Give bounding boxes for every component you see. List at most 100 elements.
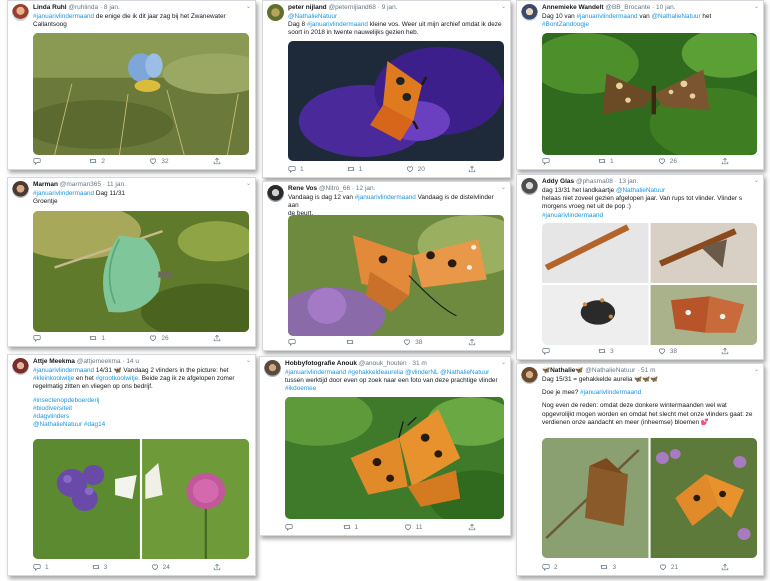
like-button[interactable]: 26: [658, 157, 677, 165]
tweet-card[interactable]: peter nijland @peternijland68 · 9 jan. ⌄…: [262, 0, 511, 178]
tweet-time[interactable]: 51 m: [641, 367, 655, 374]
tweet-time[interactable]: 11 jan.: [107, 181, 126, 188]
avatar[interactable]: [521, 4, 538, 21]
retweet-button[interactable]: [346, 338, 358, 346]
author-name[interactable]: Addy Glas: [542, 178, 574, 185]
tweet-photo[interactable]: [33, 211, 249, 332]
avatar[interactable]: [521, 367, 538, 384]
author-name[interactable]: Attje Meekma: [33, 358, 75, 365]
reply-button[interactable]: [33, 157, 45, 165]
tweet-card[interactable]: Linda Ruhl @ruhlinda · 8 jan. ⌄ #januari…: [7, 0, 256, 170]
like-button[interactable]: 38: [658, 347, 677, 355]
retweet-button[interactable]: 3: [92, 563, 107, 571]
tweet-time[interactable]: 13 jan.: [619, 178, 639, 185]
chevron-down-icon[interactable]: ⌄: [754, 3, 759, 10]
tweet-photo[interactable]: [33, 33, 249, 155]
tweet-photo[interactable]: [288, 41, 504, 161]
tweet-time[interactable]: 8 jan.: [104, 4, 120, 11]
reply-button[interactable]: 1: [33, 563, 49, 571]
author-handle[interactable]: @anouk_houten: [359, 360, 407, 367]
reply-button[interactable]: [542, 347, 554, 355]
share-button[interactable]: [213, 334, 221, 342]
tweet-photo[interactable]: [542, 438, 757, 558]
reply-button[interactable]: [285, 523, 297, 531]
tweet-card[interactable]: 🦋Nathalie🦋 @NathalieNatuur · 51 m ⌄ Dag …: [516, 363, 764, 576]
avatar[interactable]: [12, 358, 29, 375]
author-handle[interactable]: @marman365: [60, 181, 101, 188]
retweet-button[interactable]: 1: [89, 334, 105, 342]
tweet-card[interactable]: Attje Meekma @attjemeekma · 14 u ⌄ #janu…: [7, 354, 256, 576]
retweet-button[interactable]: 3: [598, 347, 614, 355]
reply-button[interactable]: [33, 334, 45, 342]
like-button[interactable]: 24: [151, 563, 170, 571]
author-name[interactable]: peter nijland: [288, 4, 327, 11]
tweet-photo[interactable]: [542, 33, 757, 155]
share-button[interactable]: [721, 563, 729, 571]
reply-button[interactable]: [288, 338, 300, 346]
author-handle[interactable]: @NathalieNatuur: [585, 367, 635, 374]
author-handle[interactable]: @phasma08: [576, 178, 613, 185]
tweet-photo[interactable]: [288, 215, 504, 336]
tweet-card[interactable]: Annemieke Wandelt @BB_Brocante · 10 jan.…: [516, 0, 764, 170]
chevron-down-icon[interactable]: ⌄: [501, 3, 506, 10]
like-button[interactable]: 21: [659, 563, 678, 571]
author-handle[interactable]: @attjemeekma: [77, 358, 121, 365]
retweet-button[interactable]: 1: [598, 157, 614, 165]
tweet-photo[interactable]: [285, 397, 504, 519]
author-handle[interactable]: @BB_Brocante: [605, 4, 650, 11]
tweet-card[interactable]: Hobbyfotografie Anouk @anouk_houten · 31…: [259, 356, 511, 536]
chevron-down-icon[interactable]: ⌄: [754, 177, 759, 184]
tweet-card[interactable]: Rene Vos @Nitro_66 · 12 jan. ⌄ Vandaag i…: [262, 181, 511, 351]
like-button[interactable]: 32: [149, 157, 169, 165]
tweet-time[interactable]: 12 jan.: [356, 185, 376, 192]
share-button[interactable]: [721, 157, 729, 165]
share-button[interactable]: [213, 157, 221, 165]
retweet-button[interactable]: 3: [600, 563, 616, 571]
avatar[interactable]: [12, 181, 29, 198]
avatar[interactable]: [267, 185, 284, 202]
tweet-time[interactable]: 10 jan.: [656, 4, 676, 11]
author-handle[interactable]: @ruhlinda: [68, 4, 98, 11]
chevron-down-icon[interactable]: ⌄: [501, 184, 506, 191]
reply-button[interactable]: 1: [288, 165, 304, 173]
chevron-down-icon[interactable]: ⌄: [246, 180, 251, 187]
like-button[interactable]: 20: [406, 165, 425, 173]
tweet-card[interactable]: Addy Glas @phasma08 · 13 jan. ⌄ dag 13/3…: [516, 174, 764, 360]
reply-button[interactable]: [542, 157, 554, 165]
avatar[interactable]: [267, 4, 284, 21]
tweet-time[interactable]: 14 u: [126, 358, 139, 365]
author-name[interactable]: Hobbyfotografie Anouk: [285, 360, 357, 367]
tweet-photo[interactable]: [33, 439, 249, 559]
reply-button[interactable]: 2: [542, 563, 558, 571]
chevron-down-icon[interactable]: ⌄: [754, 366, 759, 373]
avatar[interactable]: [12, 4, 29, 21]
like-button[interactable]: 11: [404, 523, 422, 531]
like-button[interactable]: 38: [403, 338, 422, 346]
chevron-down-icon[interactable]: ⌄: [246, 3, 251, 10]
tweet-card[interactable]: Marman @marman365 · 11 jan. ⌄ #januarivl…: [7, 177, 256, 347]
share-button[interactable]: [721, 347, 729, 355]
author-name[interactable]: Annemieke Wandelt: [542, 4, 604, 11]
author-handle[interactable]: @Nitro_66: [319, 185, 350, 192]
author-handle[interactable]: @peternijland68: [328, 4, 375, 11]
author-name[interactable]: Rene Vos: [288, 185, 317, 192]
share-button[interactable]: [468, 338, 476, 346]
author-name[interactable]: 🦋Nathalie🦋: [542, 367, 583, 374]
share-button[interactable]: [468, 523, 476, 531]
chevron-down-icon[interactable]: ⌄: [246, 357, 251, 364]
chevron-down-icon[interactable]: ⌄: [501, 359, 506, 366]
author-name[interactable]: Linda Ruhl: [33, 4, 67, 11]
tweet-time[interactable]: 31 m: [412, 360, 426, 367]
like-button[interactable]: 26: [149, 334, 169, 342]
tweet-photo[interactable]: [542, 223, 757, 345]
avatar[interactable]: [264, 360, 281, 377]
retweet-button[interactable]: 1: [347, 165, 362, 173]
tweet-text: #januarivlindermaand Dag 11/31 Groentje: [33, 190, 249, 206]
share-button[interactable]: [468, 165, 476, 173]
avatar[interactable]: [521, 178, 538, 195]
author-name[interactable]: Marman: [33, 181, 58, 188]
retweet-button[interactable]: 2: [89, 157, 105, 165]
retweet-button[interactable]: 1: [343, 523, 358, 531]
share-button[interactable]: [213, 563, 221, 571]
tweet-time[interactable]: 9 jan.: [382, 4, 398, 11]
